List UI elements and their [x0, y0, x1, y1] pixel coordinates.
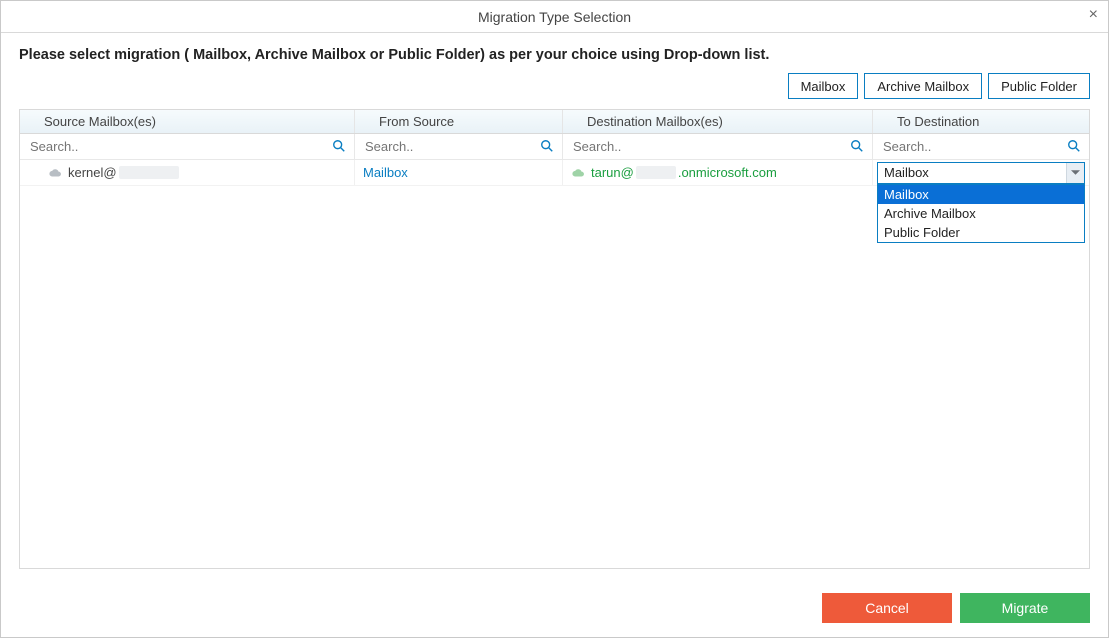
- column-headers: Source Mailbox(es) From Source Destinati…: [20, 110, 1089, 134]
- cloud-icon: [48, 168, 62, 178]
- col-source: Source Mailbox(es): [20, 110, 355, 133]
- migration-grid: Source Mailbox(es) From Source Destinati…: [19, 109, 1090, 569]
- footer-buttons: Cancel Migrate: [822, 593, 1090, 623]
- title-bar: Migration Type Selection ×: [1, 1, 1108, 33]
- col-destination: Destination Mailbox(es): [563, 110, 873, 133]
- search-row: [20, 134, 1089, 160]
- preset-public-button[interactable]: Public Folder: [988, 73, 1090, 99]
- cancel-button[interactable]: Cancel: [822, 593, 952, 623]
- dropdown-list: Mailbox Archive Mailbox Public Folder: [877, 184, 1085, 243]
- dropdown-option-mailbox[interactable]: Mailbox: [878, 185, 1084, 204]
- from-source-value[interactable]: Mailbox: [363, 165, 408, 180]
- migrate-button[interactable]: Migrate: [960, 593, 1090, 623]
- preset-archive-button[interactable]: Archive Mailbox: [864, 73, 982, 99]
- dropdown-option-public[interactable]: Public Folder: [878, 223, 1084, 242]
- destination-mailbox-suffix: .onmicrosoft.com: [678, 165, 777, 180]
- search-to-input[interactable]: [879, 137, 1083, 156]
- preset-mailbox-button[interactable]: Mailbox: [788, 73, 859, 99]
- dialog-title: Migration Type Selection: [478, 9, 631, 25]
- col-from-source: From Source: [355, 110, 563, 133]
- preset-buttons: Mailbox Archive Mailbox Public Folder: [1, 73, 1108, 109]
- redacted-text: [119, 166, 179, 179]
- close-icon[interactable]: ×: [1089, 7, 1098, 23]
- dropdown-selected-value: Mailbox: [878, 165, 1066, 180]
- table-row[interactable]: kernel@ Mailbox tarun@ .onmicrosoft.com …: [20, 160, 1089, 186]
- col-to-destination: To Destination: [873, 110, 1089, 133]
- instruction-text: Please select migration ( Mailbox, Archi…: [1, 33, 1108, 73]
- search-from-input[interactable]: [361, 137, 556, 156]
- search-destination-input[interactable]: [569, 137, 866, 156]
- destination-mailbox-prefix: tarun@: [591, 165, 634, 180]
- to-destination-dropdown[interactable]: Mailbox Mailbox Archive Mailbox Public F…: [877, 162, 1085, 184]
- source-mailbox-prefix: kernel@: [68, 165, 117, 180]
- cloud-icon: [571, 168, 585, 178]
- redacted-text: [636, 166, 676, 179]
- search-source-input[interactable]: [26, 137, 348, 156]
- chevron-down-icon[interactable]: [1066, 163, 1084, 183]
- dropdown-option-archive[interactable]: Archive Mailbox: [878, 204, 1084, 223]
